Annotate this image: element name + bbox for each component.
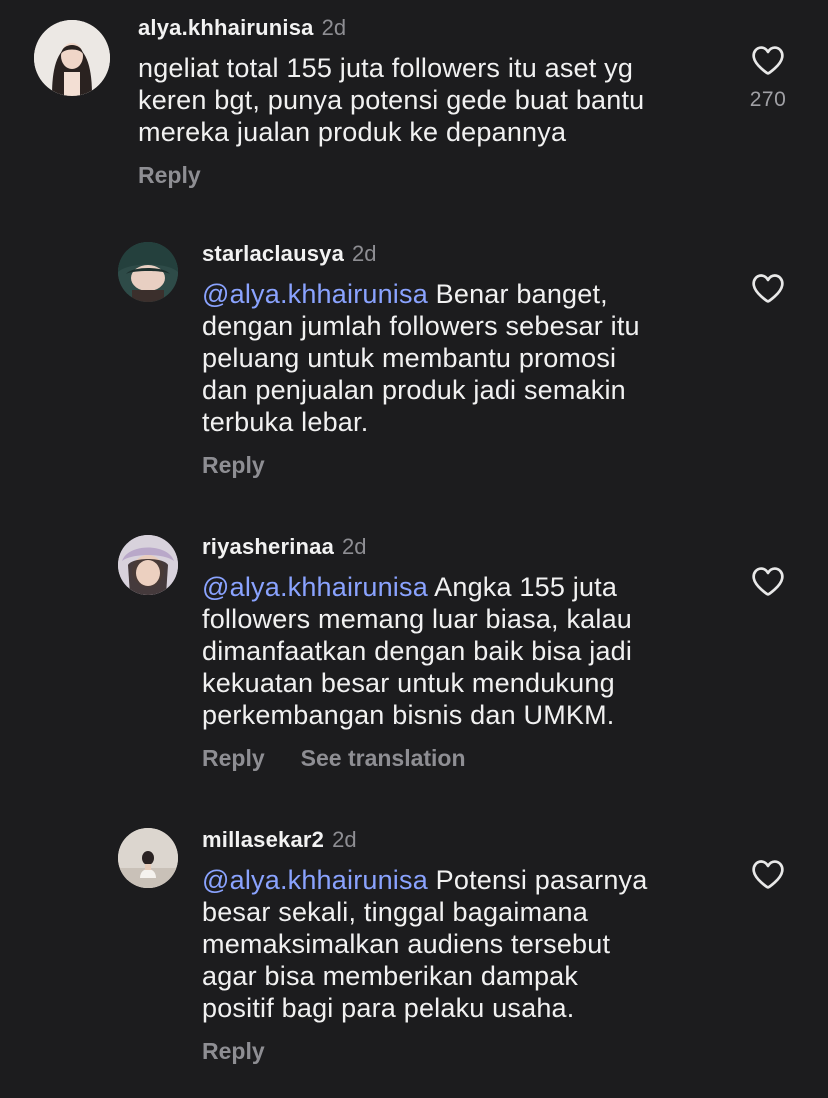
comment-timestamp: 2d	[321, 15, 347, 40]
comment-username[interactable]: millasekar2	[202, 827, 324, 852]
comment-username[interactable]: riyasherinaa	[202, 534, 334, 559]
heart-outline-icon[interactable]	[751, 272, 785, 304]
avatar[interactable]	[34, 20, 110, 96]
comment-line: positif bagi para pelaku usaha.	[202, 993, 575, 1023]
heart-outline-icon[interactable]	[751, 44, 785, 76]
comment-line: kekuatan besar untuk mendukung	[202, 668, 615, 698]
comment-username[interactable]: starlaclausya	[202, 241, 344, 266]
comment-timestamp: 2d	[332, 827, 357, 852]
comment-line: ngeliat total 155 juta followers itu ase…	[138, 53, 634, 83]
comment-text: ngeliat total 155 juta followers itu ase…	[138, 52, 718, 148]
comment-timestamp: 2d	[342, 534, 367, 559]
comment-username[interactable]: alya.khhairunisa	[138, 15, 314, 40]
comment-text: @alya.khhairunisa Angka 155 juta followe…	[202, 571, 742, 731]
comment-line: dengan jumlah followers sebesar itu	[202, 311, 640, 341]
avatar-photo	[118, 242, 178, 302]
avatar[interactable]	[118, 535, 178, 595]
avatar-photo	[34, 20, 110, 96]
comment-line: besar sekali, tinggal bagaimana	[202, 897, 588, 927]
comment-line: keren bgt, punya potensi gede buat bantu	[138, 85, 645, 115]
avatar[interactable]	[118, 828, 178, 888]
reply-button[interactable]: Reply	[202, 1038, 265, 1064]
heart-outline-icon[interactable]	[751, 565, 785, 597]
reply-button[interactable]: Reply	[202, 452, 265, 478]
reply-button[interactable]: Reply	[202, 745, 265, 771]
comment-line: Potensi pasarnya	[427, 865, 648, 895]
mention-link[interactable]: @alya.khhairunisa	[202, 279, 428, 309]
comment-line: followers memang luar biasa, kalau	[202, 604, 633, 634]
mention-link[interactable]: @alya.khhairunisa	[202, 572, 428, 602]
comment-line: memaksimalkan audiens tersebut	[202, 929, 611, 959]
comment-milla: millasekar2 2d @alya.khhairunisa Potensi …	[0, 816, 828, 1098]
avatar-photo	[118, 535, 178, 595]
comment-line: Angka 155 juta	[427, 572, 618, 602]
avatar-photo	[118, 828, 178, 888]
mention-link[interactable]: @alya.khhairunisa	[202, 865, 428, 895]
comment-alya: alya.khhairunisa 2d ngeliat total 155 jut…	[0, 0, 828, 210]
like-count: 270	[749, 88, 787, 111]
comment-line: peluang untuk membantu promosi	[202, 343, 617, 373]
comment-riya: riyasherinaa 2d @alya.khhairunisa Angka 1…	[0, 523, 828, 803]
comment-timestamp: 2d	[352, 241, 377, 266]
comment-line: terbuka lebar.	[202, 407, 369, 437]
comment-line: perkembangan bisnis dan UMKM.	[202, 700, 615, 730]
heart-outline-icon[interactable]	[751, 858, 785, 890]
comment-text: @alya.khhairunisa Benar banget, dengan j…	[202, 278, 742, 438]
comment-text: @alya.khhairunisa Potensi pasarnya besar…	[202, 864, 742, 1024]
comment-line: Benar banget,	[427, 279, 608, 309]
see-translation-button[interactable]: See translation	[301, 745, 466, 771]
comment-starla: starlaclausya 2d @alya.khhairunisa Benar …	[0, 230, 828, 510]
reply-button[interactable]: Reply	[138, 162, 201, 188]
avatar[interactable]	[118, 242, 178, 302]
comment-line: agar bisa memberikan dampak	[202, 961, 579, 991]
comment-line: dan penjualan produk jadi semakin	[202, 375, 626, 405]
comment-line: mereka jualan produk ke depannya	[138, 117, 567, 147]
comment-line: dimanfaatkan dengan baik bisa jadi	[202, 636, 633, 666]
